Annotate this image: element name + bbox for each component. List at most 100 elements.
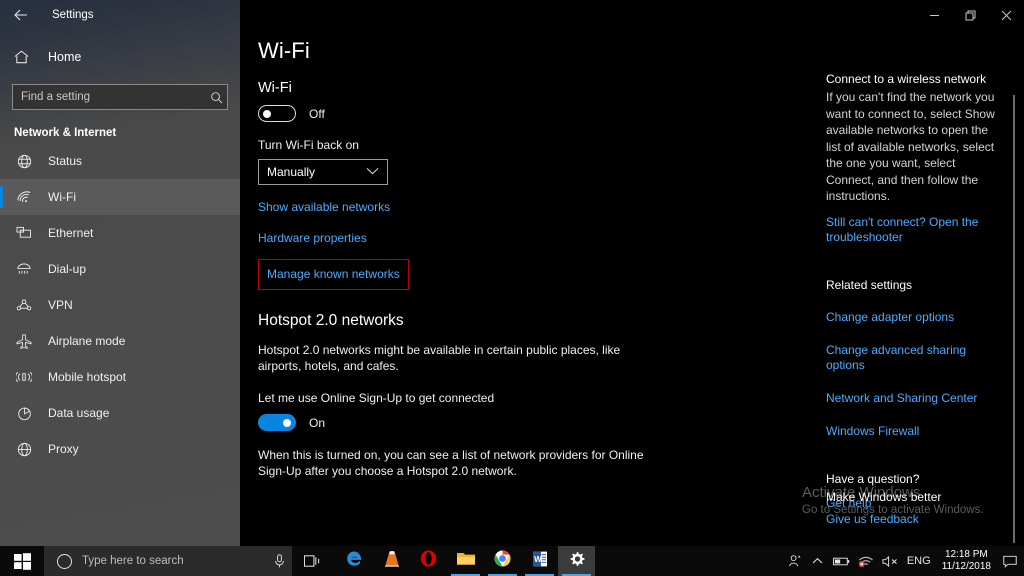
taskbar-app-file-explorer[interactable]: [447, 546, 484, 576]
wifi-group-title: Wi-Fi: [258, 80, 658, 96]
vlc-cone-icon: [383, 549, 401, 573]
airplane-icon: [14, 332, 34, 350]
related-settings-heading: Related settings: [826, 278, 1006, 292]
wifi-toggle-state: Off: [309, 107, 325, 121]
windows-firewall-link[interactable]: Windows Firewall: [826, 424, 1006, 439]
opera-icon: [419, 549, 438, 573]
people-icon[interactable]: [784, 546, 807, 576]
hardware-properties-link[interactable]: Hardware properties: [258, 231, 367, 245]
main-content: Wi-Fi Wi-Fi Off Turn Wi-Fi back on Manua…: [240, 0, 1024, 546]
sidebar-item-vpn[interactable]: VPN: [0, 287, 240, 323]
app-title: Settings: [52, 9, 94, 21]
hotspot-description: Hotspot 2.0 networks might be available …: [258, 342, 658, 374]
change-adapter-options-link[interactable]: Change adapter options: [826, 310, 1006, 325]
right-info-panel: Connect to a wireless network If you can…: [826, 72, 1006, 511]
taskbar-app-icons: W: [336, 546, 595, 576]
taskbar: W: [0, 546, 1024, 576]
online-signup-toggle[interactable]: [258, 414, 296, 431]
taskbar-app-opera[interactable]: [410, 546, 447, 576]
sidebar: Settings Home Network & Internet: [0, 0, 240, 546]
give-us-feedback-link[interactable]: Give us feedback: [826, 512, 1024, 526]
search-icon[interactable]: [205, 91, 227, 104]
window-titlebar-left: Settings: [0, 0, 240, 30]
search-input[interactable]: [13, 91, 205, 103]
data-usage-icon: [14, 404, 34, 422]
microphone-icon[interactable]: [266, 554, 292, 568]
sidebar-item-airplane-mode[interactable]: Airplane mode: [0, 323, 240, 359]
sidebar-item-home[interactable]: Home: [0, 42, 240, 72]
troubleshooter-link[interactable]: Still can't connect? Open the troublesho…: [826, 215, 1006, 245]
volume-muted-icon[interactable]: [878, 546, 903, 576]
dialup-icon: [14, 260, 34, 278]
ethernet-icon: [14, 224, 34, 242]
close-button[interactable]: [988, 0, 1024, 30]
sidebar-item-proxy[interactable]: Proxy: [0, 431, 240, 467]
show-hidden-icons-chevron[interactable]: [807, 546, 829, 576]
vertical-scrollbar[interactable]: [1013, 95, 1015, 543]
clock-time: 12:18 PM: [945, 549, 988, 561]
change-advanced-sharing-options-link[interactable]: Change advanced sharing options: [826, 343, 1006, 373]
turn-wifi-back-on-label: Turn Wi-Fi back on: [258, 138, 658, 152]
wifi-icon: [14, 188, 34, 206]
file-explorer-icon: [456, 550, 476, 572]
network-sharing-center-link[interactable]: Network and Sharing Center: [826, 391, 1006, 406]
action-center-icon[interactable]: [998, 546, 1022, 576]
hotspot-footer-text: When this is turned on, you can see a li…: [258, 447, 658, 479]
sidebar-item-data-usage[interactable]: Data usage: [0, 395, 240, 431]
sidebar-item-ethernet[interactable]: Ethernet: [0, 215, 240, 251]
sidebar-section-header: Network & Internet: [14, 127, 240, 139]
sidebar-item-mobile-hotspot[interactable]: Mobile hotspot: [0, 359, 240, 395]
taskbar-app-settings[interactable]: [558, 546, 595, 576]
taskbar-app-edge[interactable]: [336, 546, 373, 576]
back-arrow-icon[interactable]: [10, 4, 32, 26]
language-indicator[interactable]: ENG: [903, 546, 935, 576]
taskbar-search-box[interactable]: [44, 546, 292, 576]
sidebar-item-dialup[interactable]: Dial-up: [0, 251, 240, 287]
connect-wireless-heading: Connect to a wireless network: [826, 72, 1006, 86]
sidebar-item-label: Status: [48, 154, 82, 168]
taskbar-search-input[interactable]: [82, 555, 266, 567]
task-view-icon[interactable]: [292, 546, 332, 576]
chrome-icon: [493, 549, 512, 573]
wifi-toggle-row: Off: [258, 105, 658, 122]
page-title: Wi-Fi: [258, 38, 658, 64]
manage-known-networks-highlight-box: Manage known networks: [258, 259, 409, 290]
chevron-down-icon: [366, 167, 379, 178]
settings-search-box[interactable]: [12, 84, 228, 110]
proxy-icon: [14, 440, 34, 458]
manage-known-networks-link[interactable]: Manage known networks: [267, 267, 400, 281]
battery-icon[interactable]: [829, 546, 854, 576]
globe-icon: [14, 152, 34, 170]
taskbar-app-word[interactable]: W: [521, 546, 558, 576]
online-signup-toggle-row: On: [258, 414, 658, 431]
settings-gear-icon: [568, 550, 586, 573]
sidebar-item-wifi[interactable]: Wi-Fi: [0, 179, 240, 215]
settings-window: Settings Home Network & Internet: [0, 0, 1024, 576]
have-a-question-heading: Have a question?: [826, 472, 1006, 486]
system-tray: ENG 12:18 PM 11/12/2018: [784, 546, 1024, 576]
cortana-circle-icon[interactable]: [57, 554, 72, 569]
wifi-toggle[interactable]: [258, 105, 296, 122]
minimize-button[interactable]: [916, 0, 952, 30]
svg-text:W: W: [534, 554, 542, 563]
sidebar-item-status[interactable]: Status: [0, 143, 240, 179]
clock-date: 11/12/2018: [942, 561, 991, 573]
taskbar-app-vlc[interactable]: [373, 546, 410, 576]
restore-button[interactable]: [952, 0, 988, 30]
make-windows-better-heading: Make Windows better: [826, 490, 1024, 504]
taskbar-app-chrome[interactable]: [484, 546, 521, 576]
windows-start-icon[interactable]: [0, 546, 44, 576]
sidebar-home-label: Home: [48, 50, 81, 64]
wifi-disconnected-icon[interactable]: [854, 546, 878, 576]
feedback-block: Make Windows better Give us feedback: [826, 490, 1024, 526]
sidebar-item-label: Mobile hotspot: [48, 370, 126, 384]
turn-wifi-back-on-dropdown[interactable]: Manually: [258, 159, 388, 185]
sidebar-item-label: Data usage: [48, 406, 109, 420]
clock[interactable]: 12:18 PM 11/12/2018: [935, 546, 998, 576]
mobile-hotspot-icon: [14, 368, 34, 386]
online-signup-toggle-state: On: [309, 416, 325, 430]
sidebar-item-label: Ethernet: [48, 226, 93, 240]
show-available-networks-link[interactable]: Show available networks: [258, 200, 390, 214]
sidebar-item-label: Airplane mode: [48, 334, 125, 348]
edge-icon: [345, 549, 364, 573]
